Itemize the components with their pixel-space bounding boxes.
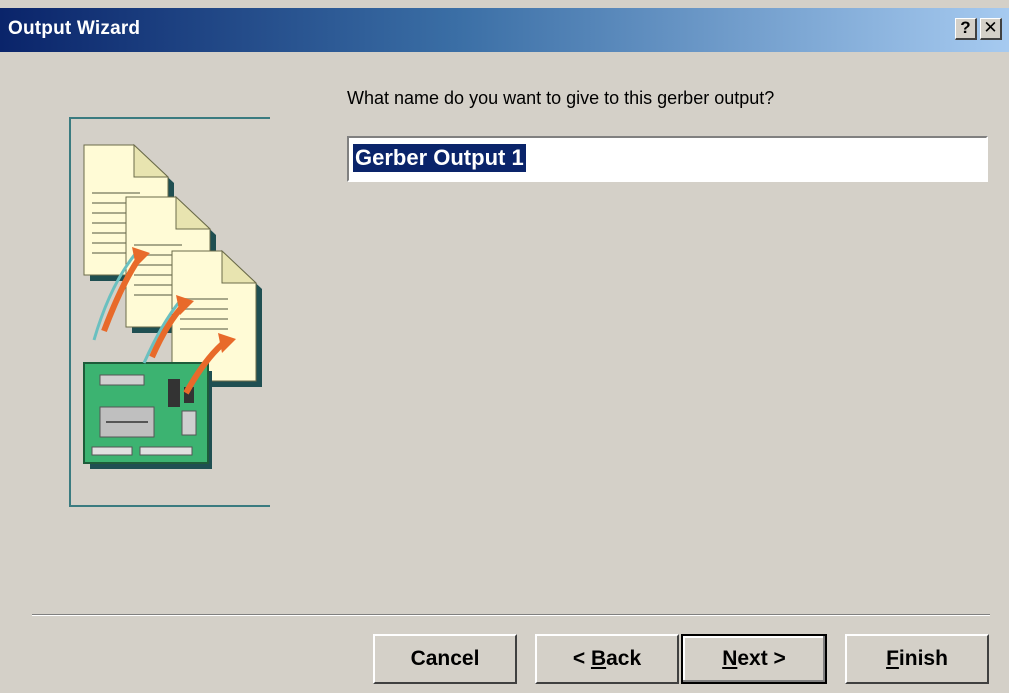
title-bar[interactable]: Output Wizard ? ✕ <box>0 8 1009 52</box>
help-icon: ? <box>960 18 971 37</box>
close-button[interactable]: ✕ <box>980 18 1002 40</box>
output-wizard-window: Output Wizard ? ✕ What name do you want … <box>0 0 1009 693</box>
cancel-button-label: Cancel <box>410 647 480 670</box>
finish-button-mnemonic: F <box>886 647 899 670</box>
finish-button[interactable]: Finish <box>845 634 989 684</box>
back-button-prefix: < <box>572 647 591 670</box>
finish-button-label: inish <box>898 647 948 670</box>
help-button[interactable]: ? <box>955 18 977 40</box>
output-name-input[interactable]: Gerber Output 1 <box>347 136 988 182</box>
back-button[interactable]: < Back <box>535 634 679 684</box>
separator <box>32 614 990 616</box>
back-button-mnemonic: B <box>590 647 607 670</box>
next-button-mnemonic: N <box>722 647 738 670</box>
window-title: Output Wizard <box>8 18 141 39</box>
close-icon: ✕ <box>983 18 998 37</box>
selected-text: Gerber Output 1 <box>353 144 526 172</box>
next-button[interactable]: Next > <box>681 634 827 684</box>
gerber-output-illustration-icon <box>83 143 262 469</box>
next-button-label: ext > <box>737 647 786 670</box>
name-prompt-label: What name do you want to give to this ge… <box>347 88 775 108</box>
cancel-button[interactable]: Cancel <box>373 634 517 684</box>
back-button-label: ack <box>606 647 642 670</box>
